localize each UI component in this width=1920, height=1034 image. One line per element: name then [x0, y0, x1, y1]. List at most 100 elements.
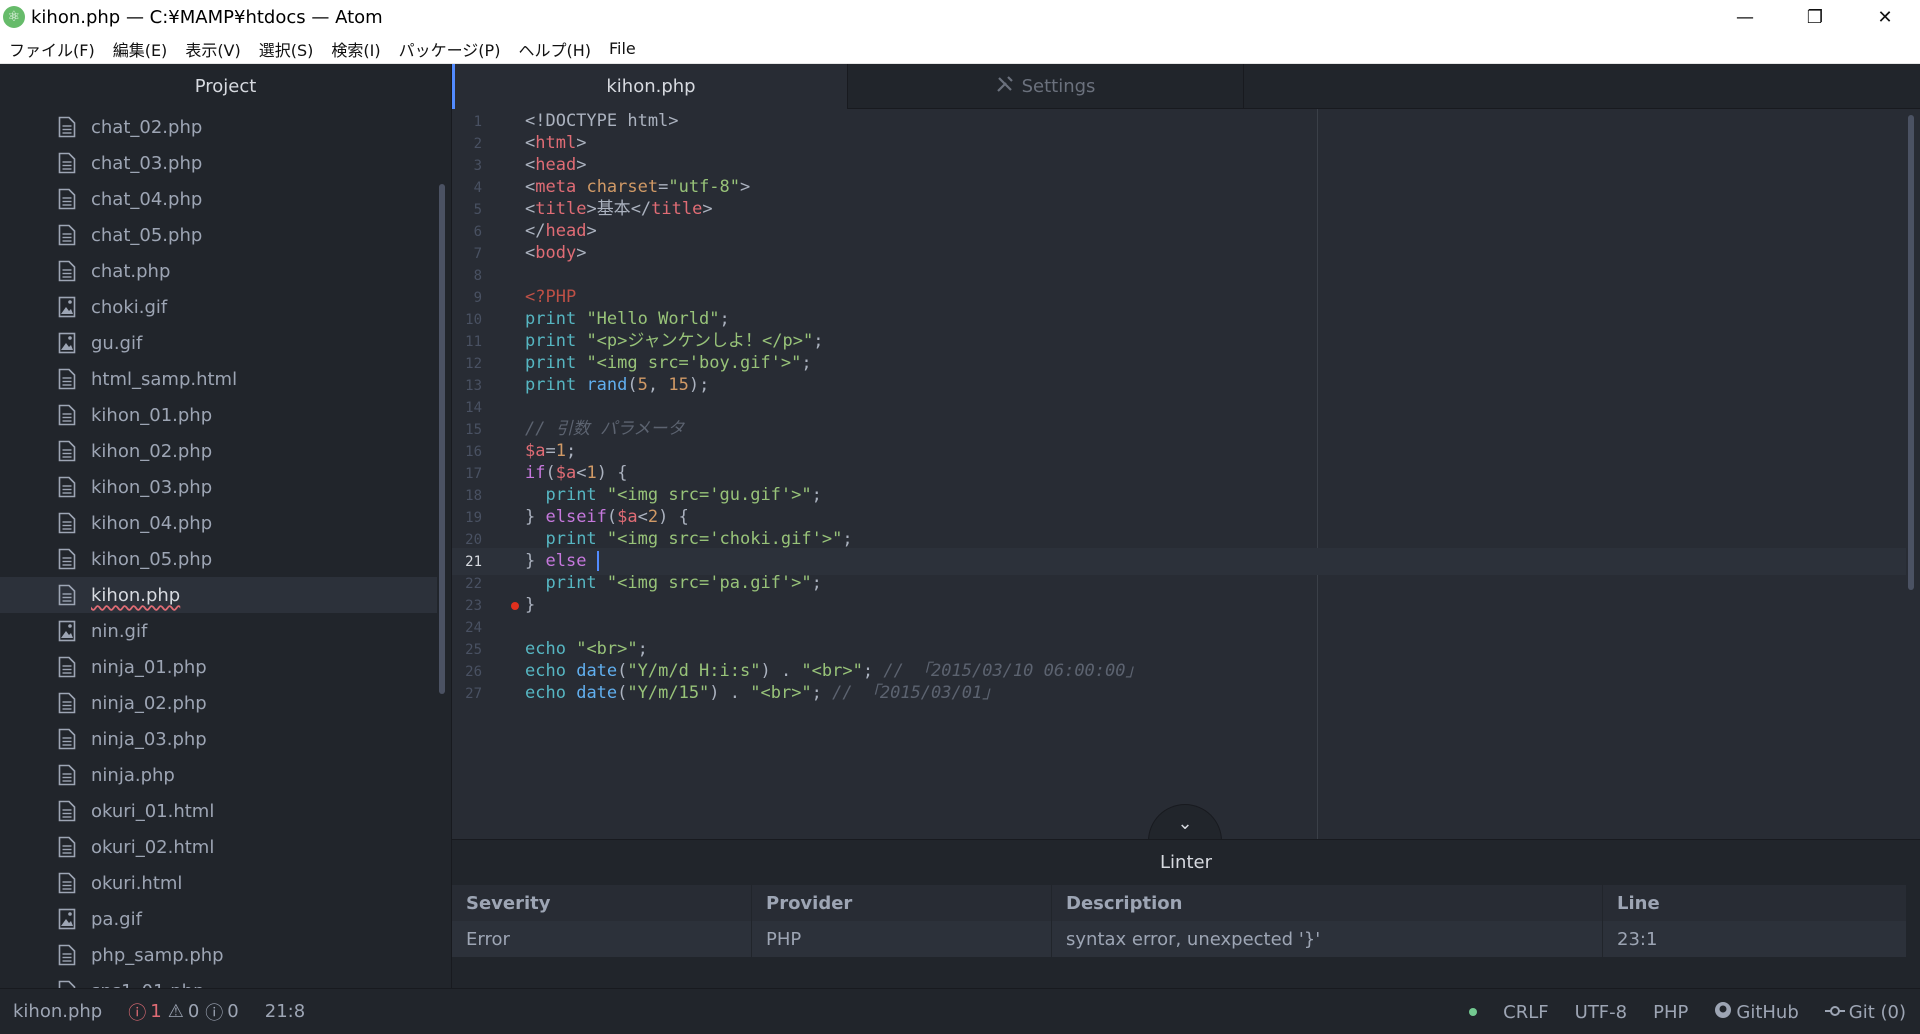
- list-item[interactable]: kihon_01.php: [0, 397, 437, 433]
- line-ending[interactable]: CRLF: [1503, 1002, 1548, 1023]
- menu-find[interactable]: 検索(I): [322, 37, 389, 61]
- menu-selection[interactable]: 選択(S): [250, 37, 323, 61]
- menu-view[interactable]: 表示(V): [176, 37, 249, 61]
- line-number[interactable]: 13: [452, 378, 482, 394]
- list-item[interactable]: kihon_03.php: [0, 469, 437, 505]
- line-number[interactable]: 4: [452, 180, 482, 196]
- cursor-position[interactable]: 21:8: [265, 1001, 305, 1022]
- list-item[interactable]: ninja_03.php: [0, 721, 437, 757]
- list-item[interactable]: okuri.html: [0, 865, 437, 901]
- line-cell[interactable]: 23:1: [1603, 921, 1906, 957]
- tab-kihon-php[interactable]: kihon.php: [452, 64, 848, 109]
- code-token: 1: [555, 441, 566, 461]
- line-number[interactable]: 5: [452, 202, 482, 218]
- line-number[interactable]: 16: [452, 444, 482, 460]
- column-header-severity[interactable]: Severity: [452, 885, 752, 921]
- linter-status[interactable]: ⓘ 1 ⚠ 0 ⓘ 0: [128, 999, 239, 1025]
- tab-settings[interactable]: Settings: [848, 64, 1244, 109]
- list-item[interactable]: kihon_04.php: [0, 505, 437, 541]
- code-line[interactable]: print rand(5, 15);: [525, 372, 709, 399]
- line-number[interactable]: 3: [452, 158, 482, 174]
- code-editor[interactable]: 1 <!DOCTYPE html> 2 <html> 3 <head> 4 <meta cha…: [452, 109, 1920, 839]
- list-item[interactable]: okuri_02.html: [0, 829, 437, 865]
- list-item[interactable]: chat.php: [0, 253, 437, 289]
- code-token: print: [545, 529, 597, 549]
- list-item[interactable]: chat_04.php: [0, 181, 437, 217]
- restore-button[interactable]: ❐: [1780, 0, 1850, 34]
- list-item[interactable]: pa.gif: [0, 901, 437, 937]
- menu-packages[interactable]: パッケージ(P): [390, 37, 510, 61]
- line-number[interactable]: 22: [452, 576, 482, 592]
- line-number[interactable]: 19: [452, 510, 482, 526]
- menu-file-extra[interactable]: File: [600, 39, 645, 58]
- list-item[interactable]: chat_05.php: [0, 217, 437, 253]
- list-item[interactable]: chat_03.php: [0, 145, 437, 181]
- line-number[interactable]: 12: [452, 356, 482, 372]
- table-row[interactable]: Error PHP syntax error, unexpected '}' 2…: [452, 921, 1906, 957]
- list-item[interactable]: php_samp.php: [0, 937, 437, 973]
- close-button[interactable]: ✕: [1850, 0, 1920, 34]
- code-line[interactable]: <body>: [525, 240, 586, 267]
- line-number[interactable]: 24: [452, 620, 482, 636]
- line-number[interactable]: 18: [452, 488, 482, 504]
- file-encoding[interactable]: UTF-8: [1575, 1002, 1627, 1023]
- menu-file[interactable]: ファイル(F): [0, 37, 104, 61]
- error-marker-icon[interactable]: [511, 602, 519, 610]
- sidebar-scrollbar[interactable]: [439, 184, 445, 694]
- list-item[interactable]: kihon_02.php: [0, 433, 437, 469]
- minimize-button[interactable]: —: [1710, 0, 1780, 34]
- line-number[interactable]: 11: [452, 334, 482, 350]
- column-header-line[interactable]: Line: [1603, 885, 1906, 921]
- git-button[interactable]: Git (0): [1824, 1002, 1906, 1023]
- list-item[interactable]: ninja_01.php: [0, 649, 437, 685]
- line-number[interactable]: 8: [452, 268, 482, 284]
- list-item[interactable]: kihon.php: [0, 577, 437, 613]
- code-line[interactable]: }: [525, 592, 535, 619]
- line-number[interactable]: 27: [452, 686, 482, 702]
- list-item[interactable]: kihon_05.php: [0, 541, 437, 577]
- code-token: print: [525, 353, 577, 373]
- line-number[interactable]: 6: [452, 224, 482, 240]
- column-header-provider[interactable]: Provider: [752, 885, 1052, 921]
- line-number[interactable]: 15: [452, 422, 482, 438]
- menu-edit[interactable]: 編集(E): [104, 37, 177, 61]
- text-file-icon: [58, 872, 76, 894]
- editor-scrollbar[interactable]: [1908, 115, 1914, 590]
- code-line[interactable]: echo date("Y/m/15") . "<br>"; // 「2015/0…: [525, 680, 999, 707]
- line-number[interactable]: 10: [452, 312, 482, 328]
- list-item[interactable]: gu.gif: [0, 325, 437, 361]
- code-token: $a: [555, 463, 577, 483]
- grammar-selector[interactable]: PHP: [1653, 1002, 1688, 1023]
- github-button[interactable]: GitHub: [1714, 1001, 1799, 1024]
- code-line[interactable]: print "<img src='pa.gif'>";: [525, 570, 821, 597]
- line-number[interactable]: 21: [452, 554, 482, 570]
- list-item[interactable]: ninja_02.php: [0, 685, 437, 721]
- line-number[interactable]: 25: [452, 642, 482, 658]
- line-number[interactable]: 20: [452, 532, 482, 548]
- list-item[interactable]: ninja.php: [0, 757, 437, 793]
- list-item[interactable]: okuri_01.html: [0, 793, 437, 829]
- code-token: >: [586, 199, 597, 219]
- menu-help[interactable]: ヘルプ(H): [509, 37, 600, 61]
- list-item[interactable]: html_samp.html: [0, 361, 437, 397]
- list-item[interactable]: nin.gif: [0, 613, 437, 649]
- wrap-guide: [1317, 109, 1318, 839]
- line-number[interactable]: 2: [452, 136, 482, 152]
- line-number[interactable]: 26: [452, 664, 482, 680]
- list-item[interactable]: chat_02.php: [0, 109, 437, 145]
- line-number[interactable]: 14: [452, 400, 482, 416]
- line-number[interactable]: 7: [452, 246, 482, 262]
- image-file-icon: [58, 620, 76, 642]
- line-number[interactable]: 1: [452, 114, 482, 130]
- list-item[interactable]: choki.gif: [0, 289, 437, 325]
- code-token: ) {: [658, 507, 689, 527]
- column-header-description[interactable]: Description: [1052, 885, 1603, 921]
- line-number[interactable]: 23: [452, 598, 482, 614]
- list-item[interactable]: sns1_01.php: [0, 973, 437, 988]
- line-number[interactable]: 17: [452, 466, 482, 482]
- line-number[interactable]: 9: [452, 290, 482, 306]
- file-name: chat.php: [91, 260, 171, 282]
- code-token: <: [637, 507, 648, 527]
- status-file-name[interactable]: kihon.php: [13, 1001, 102, 1022]
